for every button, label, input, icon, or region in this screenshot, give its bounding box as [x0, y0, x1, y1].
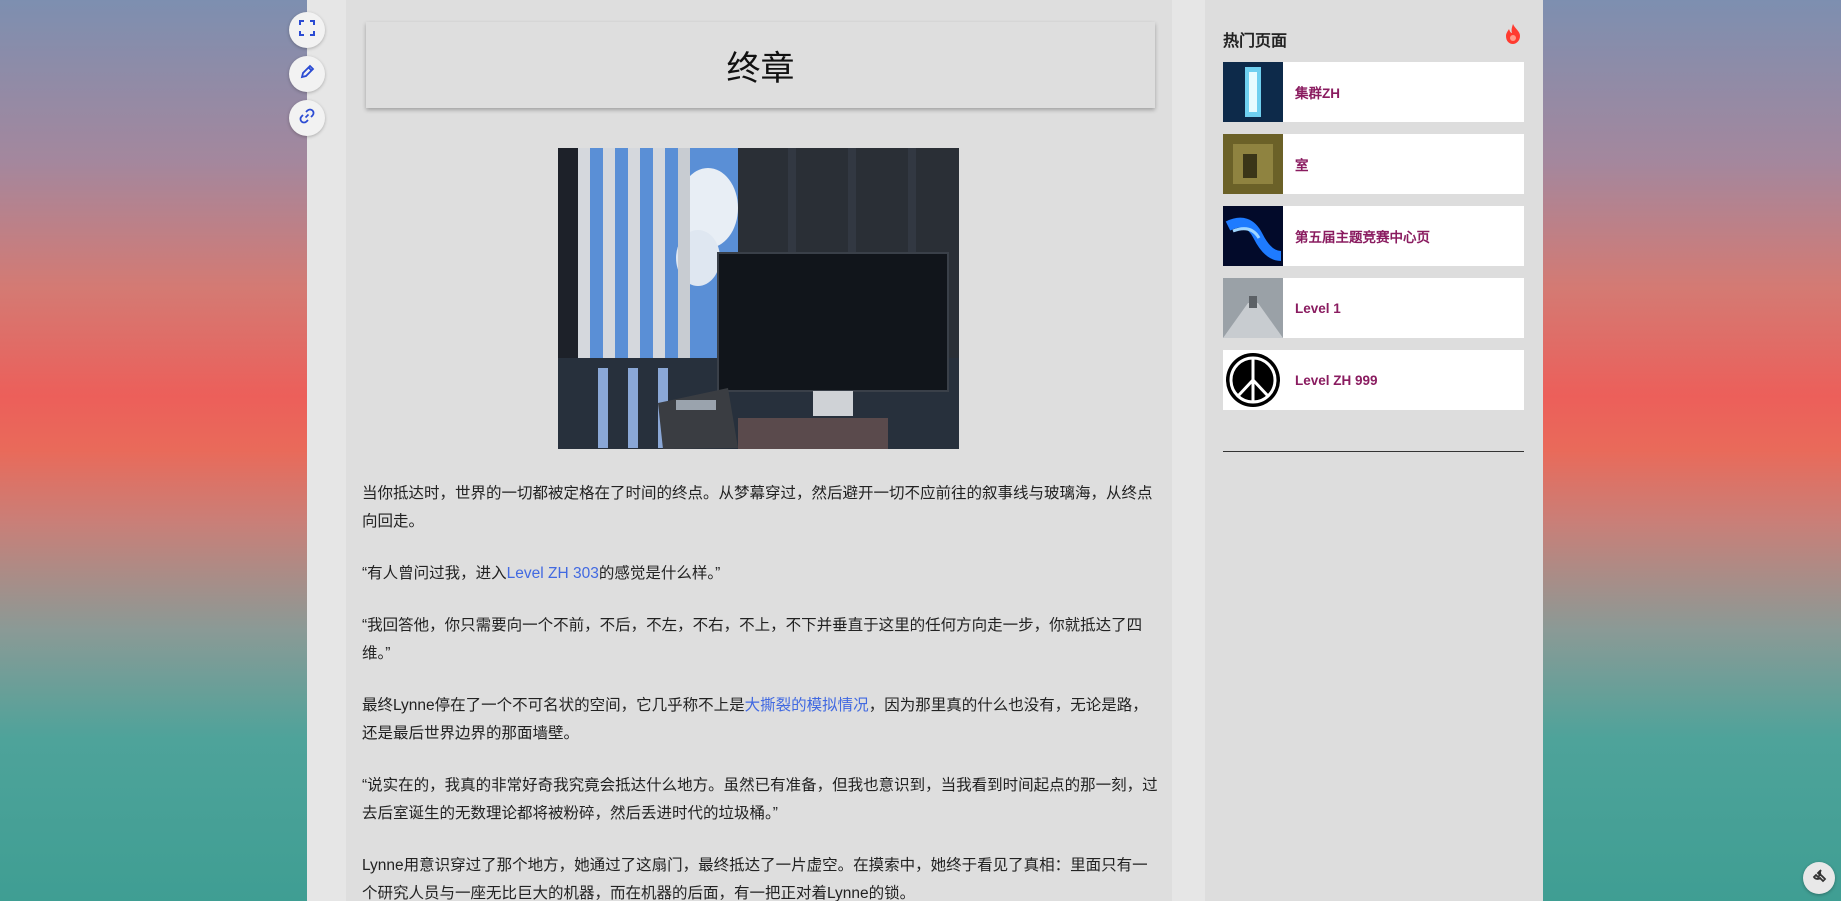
paragraph-text: 当你抵达时，世界的一切都被定格在了时间的终点。从梦幕穿过，然后避开一切不应前往的… — [362, 485, 1153, 530]
fullscreen-button[interactable] — [289, 12, 325, 48]
paragraph-text: Lynne用意识穿过了那个地方，她通过了这扇门，最终抵达了一片虚空。在摸索中，她… — [362, 857, 1148, 901]
popular-page-card[interactable]: Level ZH 999 — [1223, 350, 1524, 410]
article-paragraph: “我回答他，你只需要向一个不前，不后，不左，不右，不上，不下并垂直于这里的任何方… — [362, 612, 1158, 668]
page-container: 终章 当你抵达时，世界的一切都被定格在了时间的终点。从梦幕穿过，然后避开一切不应… — [307, 0, 1543, 901]
title-box: 终章 — [366, 22, 1155, 108]
popular-page-card[interactable]: Level 1 — [1223, 278, 1524, 338]
popular-page-card[interactable]: 室 — [1223, 134, 1524, 194]
article-paragraph: “有人曾问过我，进入Level ZH 303的感觉是什么样。” — [362, 560, 1158, 588]
sidebar-divider — [1223, 451, 1524, 452]
paragraph-text: “有人曾问过我，进入 — [362, 565, 507, 582]
sidebar-title: 热门页面 — [1223, 33, 1288, 50]
edit-button[interactable] — [289, 56, 325, 92]
popular-pages-list: 集群ZH 室 第五届主题竞赛中心页 Level 1 Level ZH 999 — [1223, 62, 1524, 422]
paragraph-text: “说实在的，我真的非常好奇我究竟会抵达什么地方。虽然已有准备，但我也意识到，当我… — [362, 777, 1158, 822]
popular-page-link[interactable]: 集群ZH — [1283, 82, 1340, 102]
page-thumbnail — [1223, 134, 1283, 194]
popular-page-link[interactable]: Level 1 — [1283, 301, 1341, 316]
popular-page-link[interactable]: 第五届主题竞赛中心页 — [1283, 226, 1430, 246]
link-icon — [299, 108, 315, 128]
article-paragraph: Lynne用意识穿过了那个地方，她通过了这扇门，最终抵达了一片虚空。在摸索中，她… — [362, 852, 1158, 901]
wrench-icon — [1811, 868, 1827, 888]
popular-page-link[interactable]: Level ZH 999 — [1283, 373, 1378, 388]
page-thumbnail — [1223, 278, 1283, 338]
article-paragraph: 当你抵达时，世界的一切都被定格在了时间的终点。从梦幕穿过，然后避开一切不应前往的… — [362, 480, 1158, 536]
sidebar: 热门页面 集群ZH 室 第五届主题竞赛中心页 Level 1 Level ZH … — [1205, 0, 1543, 901]
article-link[interactable]: 大撕裂的模拟情况 — [745, 697, 869, 714]
paragraph-text: “我回答他，你只需要向一个不前，不后，不左，不右，不上，不下并垂直于这里的任何方… — [362, 617, 1143, 662]
article-link[interactable]: Level ZH 303 — [507, 565, 599, 582]
article-paragraph: 最终Lynne停在了一个不可名状的空间，它几乎称不上是大撕裂的模拟情况，因为那里… — [362, 692, 1158, 748]
page-thumbnail — [1223, 62, 1283, 122]
article-image — [558, 148, 959, 449]
fullscreen-icon — [299, 20, 315, 40]
popular-page-link[interactable]: 室 — [1283, 154, 1309, 174]
popular-page-card[interactable]: 第五届主题竞赛中心页 — [1223, 206, 1524, 266]
fire-icon — [1505, 24, 1521, 48]
edit-icon — [299, 64, 315, 84]
page-title: 终章 — [726, 48, 795, 89]
article-paragraph: “说实在的，我真的非常好奇我究竟会抵达什么地方。虽然已有准备，但我也意识到，当我… — [362, 772, 1158, 828]
page-thumbnail — [1223, 206, 1283, 266]
article-body: 当你抵达时，世界的一切都被定格在了时间的终点。从梦幕穿过，然后避开一切不应前往的… — [362, 480, 1158, 901]
settings-wrench-button[interactable] — [1803, 862, 1835, 894]
page-tools — [289, 12, 327, 144]
page-thumbnail — [1223, 350, 1283, 410]
paragraph-text: 最终Lynne停在了一个不可名状的空间，它几乎称不上是 — [362, 697, 745, 714]
link-button[interactable] — [289, 100, 325, 136]
paragraph-text: 的感觉是什么样。” — [598, 565, 721, 582]
main-content: 终章 当你抵达时，世界的一切都被定格在了时间的终点。从梦幕穿过，然后避开一切不应… — [346, 0, 1172, 901]
popular-page-card[interactable]: 集群ZH — [1223, 62, 1524, 122]
room-window-photo — [558, 148, 959, 449]
